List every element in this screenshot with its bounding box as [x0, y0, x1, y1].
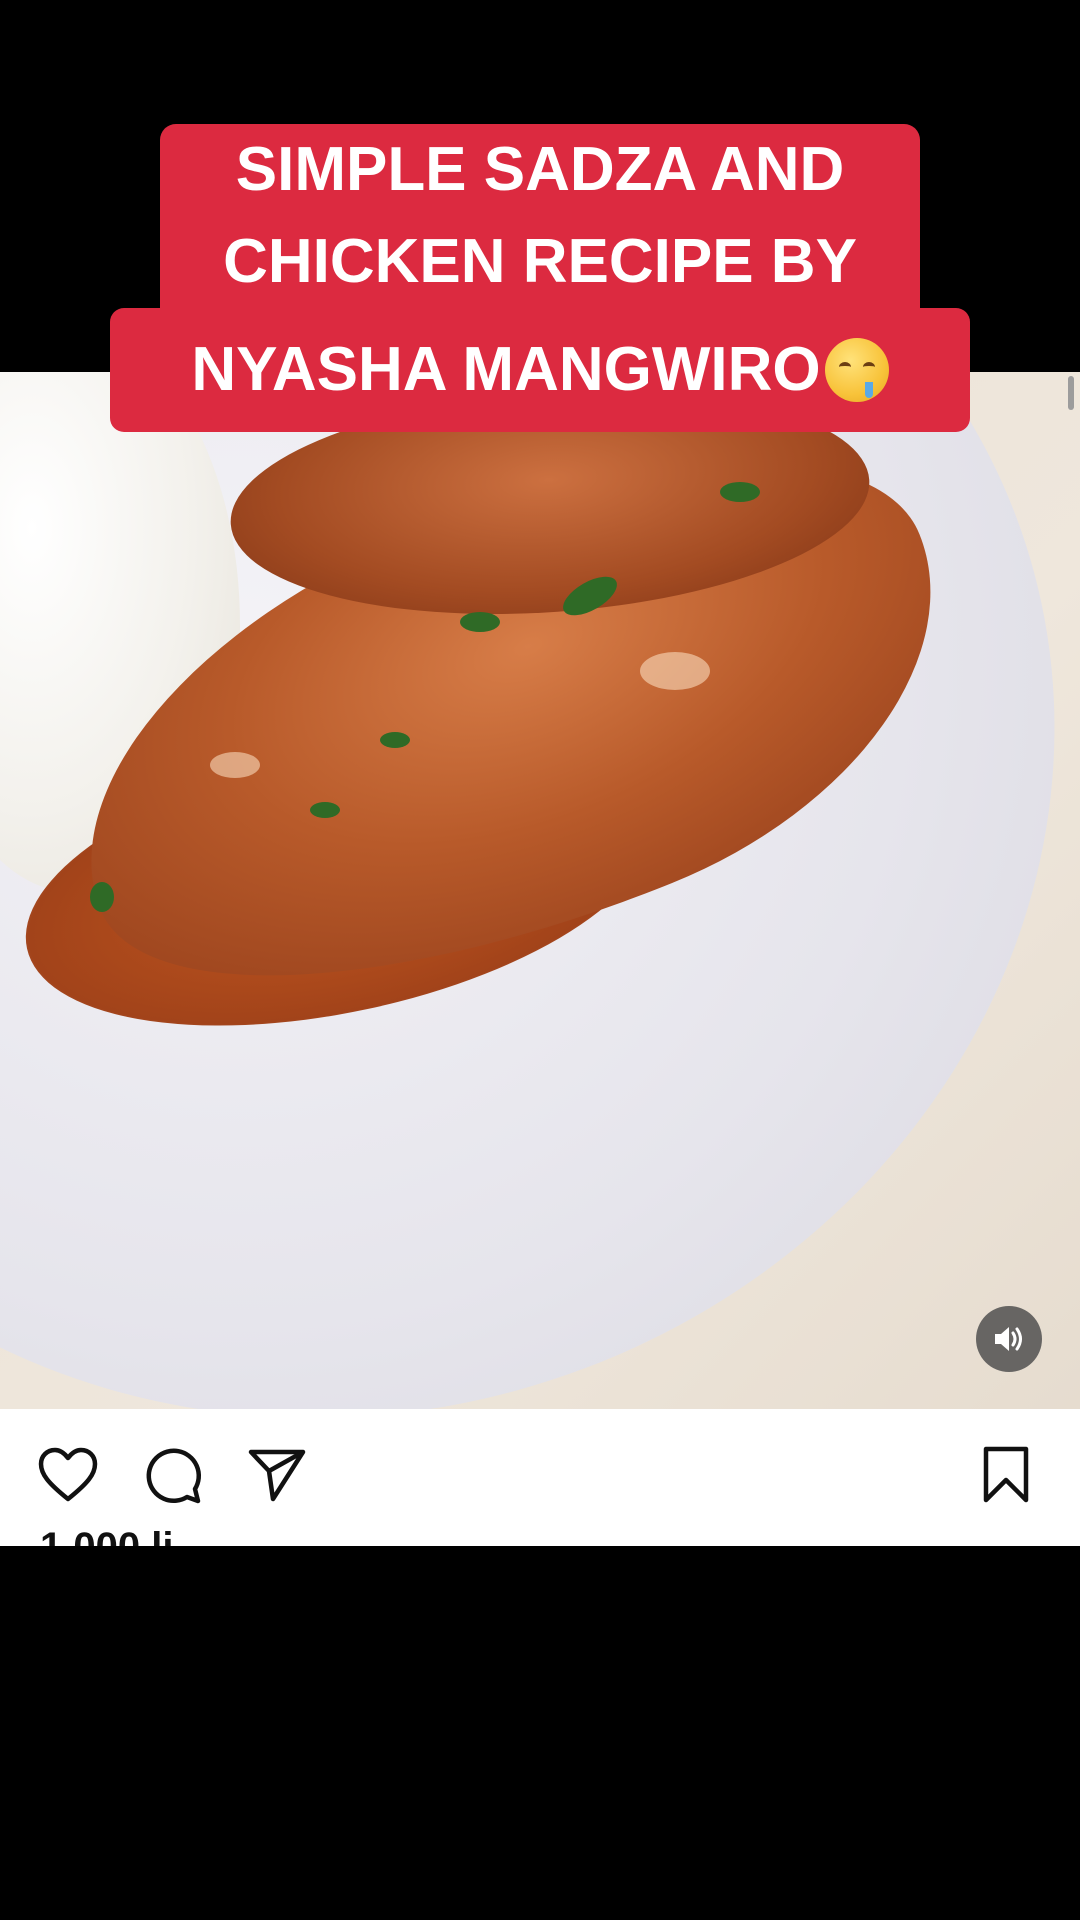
comment-button[interactable]: [143, 1445, 203, 1505]
heart-icon: [38, 1447, 98, 1502]
highlight: [210, 752, 260, 778]
herb: [310, 802, 340, 818]
caption-line-1: SIMPLE SADZA AND: [160, 124, 920, 216]
likes-count[interactable]: 1,000 li: [40, 1527, 173, 1546]
scroll-indicator: [1068, 376, 1074, 410]
sound-toggle-button[interactable]: [976, 1306, 1042, 1372]
herb: [380, 732, 410, 748]
share-button[interactable]: [247, 1445, 307, 1505]
save-button[interactable]: [976, 1445, 1036, 1505]
herb: [720, 482, 760, 502]
drooling-face-icon: [824, 337, 889, 402]
post-actions-bar: 1,000 li: [0, 1409, 1080, 1546]
caption-line-3: NYASHA MANGWIRO: [110, 308, 970, 432]
bookmark-icon: [983, 1446, 1029, 1503]
paper-plane-icon: [248, 1449, 306, 1502]
like-button[interactable]: [38, 1445, 98, 1505]
highlight: [640, 652, 710, 690]
herb: [460, 612, 500, 632]
caption-line-2: CHICKEN RECIPE BY: [160, 216, 920, 308]
herb: [90, 882, 114, 912]
post-image[interactable]: [0, 372, 1080, 1409]
caption-line-3-text: NYASHA MANGWIRO: [191, 335, 821, 404]
speaker-icon: [995, 1327, 1022, 1351]
comment-icon: [146, 1448, 201, 1504]
